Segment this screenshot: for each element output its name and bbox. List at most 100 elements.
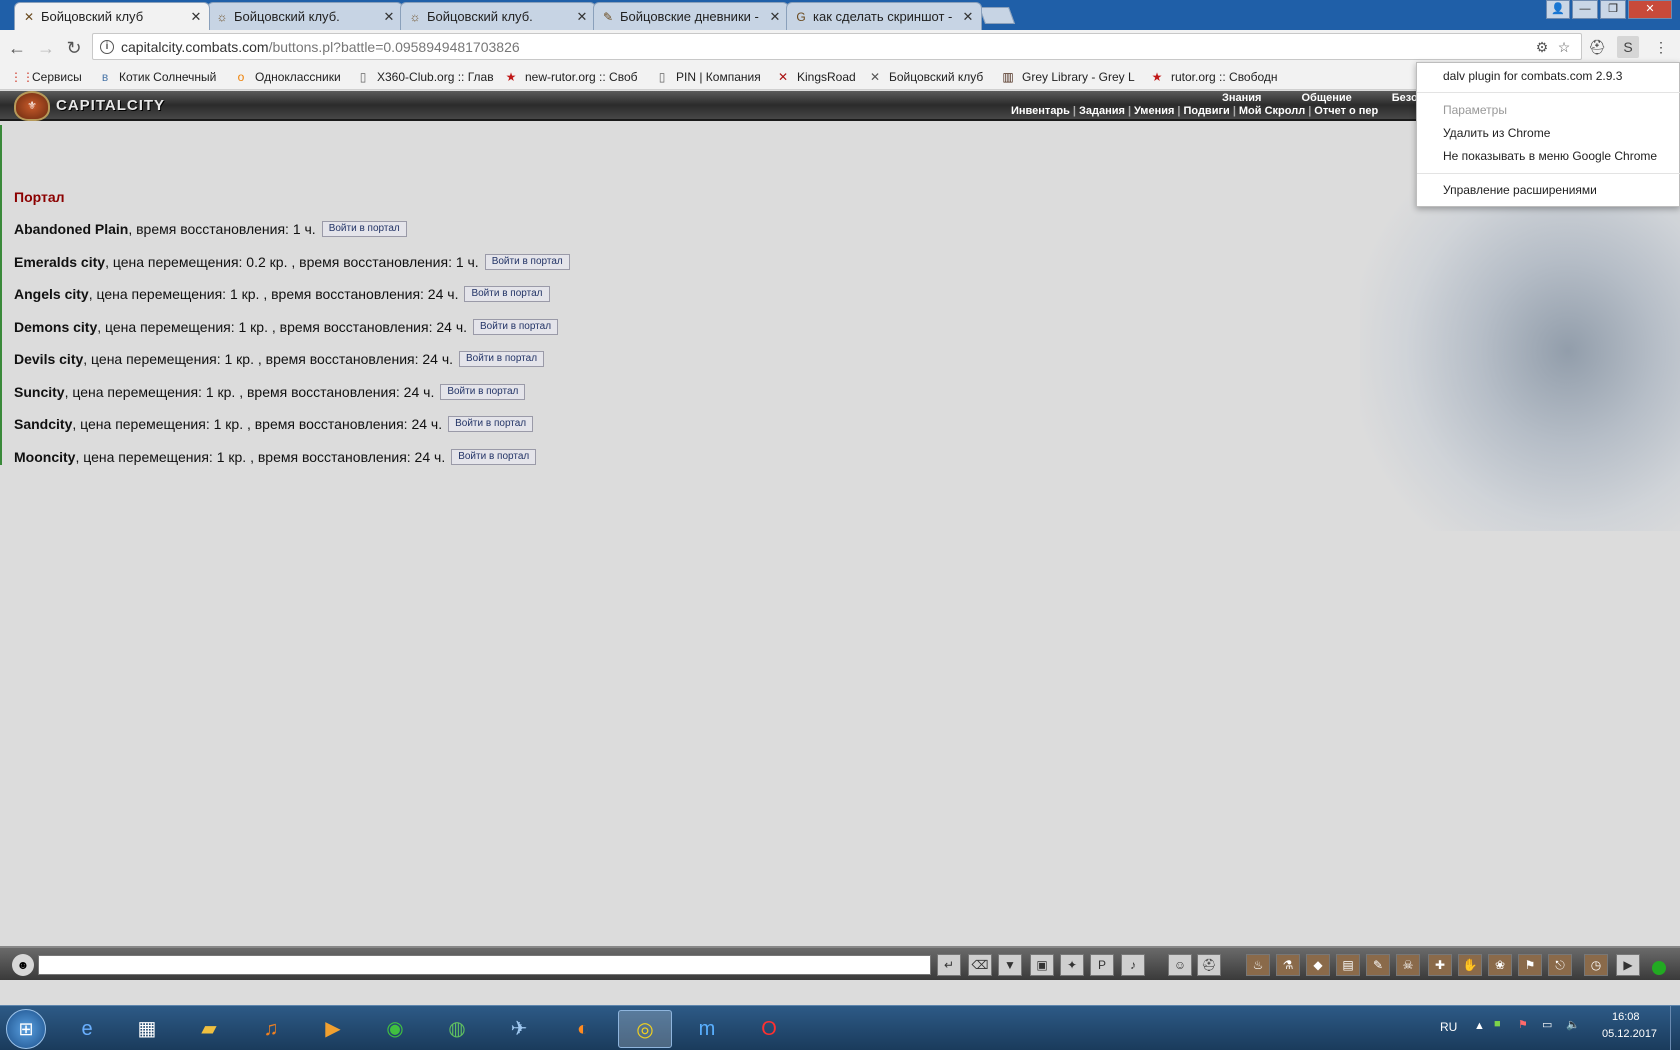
back-button[interactable]: ←: [6, 37, 28, 59]
pl-icon[interactable]: P: [1090, 954, 1114, 976]
clock-time[interactable]: 16:08: [1612, 1011, 1640, 1023]
enter-portal-button[interactable]: Войти в портал: [321, 221, 407, 237]
enter-portal-button[interactable]: Войти в портал: [473, 318, 559, 335]
tab-close-icon[interactable]: ✕: [961, 9, 975, 24]
chest-icon[interactable]: ▤: [1336, 954, 1360, 976]
tab-close-icon[interactable]: ✕: [768, 9, 782, 24]
game-sub-menu-item[interactable]: Отчет о пер: [1314, 105, 1378, 117]
ie-taskbar-icon[interactable]: e: [60, 1010, 114, 1048]
flag-icon[interactable]: ⚑: [1518, 954, 1542, 976]
enter-portal-button[interactable]: Войти в портал: [440, 383, 526, 400]
dance-icon[interactable]: ✦: [1060, 954, 1084, 976]
browser-tab[interactable]: ✎ Бойцовские дневники - ✕: [593, 2, 789, 30]
potion-icon[interactable]: ⚗: [1276, 954, 1300, 976]
chat-smiley-icon[interactable]: ☻: [12, 954, 34, 976]
tab-close-icon[interactable]: ✕: [189, 9, 203, 24]
network-tray-icon[interactable]: ▭: [1542, 1018, 1552, 1031]
address-url[interactable]: capitalcity.combats.com/buttons.pl?battl…: [121, 39, 520, 55]
menu-item-manage[interactable]: Управление расширениями: [1443, 183, 1597, 197]
eraser-icon[interactable]: ⌫: [968, 954, 992, 976]
start-button[interactable]: ⊞: [6, 1009, 46, 1049]
bookmark-item[interactable]: ★ new-rutor.org :: Своб: [503, 68, 638, 86]
scroll-icon[interactable]: ✎: [1366, 954, 1390, 976]
game-client-taskbar-icon[interactable]: ◉: [368, 1010, 422, 1048]
bookmark-star-icon[interactable]: ☆: [1555, 38, 1573, 56]
maxthon-taskbar-icon[interactable]: m: [680, 1010, 734, 1048]
enter-portal-button[interactable]: Войти в портал: [451, 448, 537, 465]
nvidia-tray-icon[interactable]: ■: [1494, 1018, 1501, 1030]
extension-helmet-icon[interactable]: ⛑: [1586, 36, 1608, 58]
media-player-taskbar-icon[interactable]: ▶: [306, 1010, 360, 1048]
firefox-taskbar-icon[interactable]: ◐: [556, 1010, 610, 1048]
chat-input[interactable]: [38, 955, 931, 975]
bag-icon[interactable]: ◆: [1306, 954, 1330, 976]
minimize-button[interactable]: —: [1572, 0, 1598, 19]
gear-icon[interactable]: ❀: [1488, 954, 1512, 976]
enter-icon[interactable]: ↵: [937, 954, 961, 976]
headphones-taskbar-icon[interactable]: ♫: [244, 1010, 298, 1048]
bookmark-item[interactable]: о Одноклассники: [233, 68, 341, 86]
filter-icon[interactable]: ▼: [998, 954, 1022, 976]
plus-icon[interactable]: ✚: [1428, 954, 1452, 976]
game-top-menu-item[interactable]: Знания: [1222, 92, 1261, 104]
explorer-taskbar-icon[interactable]: ▰: [182, 1010, 236, 1048]
bookmark-item[interactable]: ▯ X360-Club.org :: Глав: [355, 68, 494, 86]
game-sub-menu-item[interactable]: Задания: [1079, 105, 1125, 117]
chrome-taskbar-icon[interactable]: ◎: [618, 1010, 672, 1048]
globe-taskbar-icon[interactable]: ◍: [430, 1010, 484, 1048]
flag-tray-icon[interactable]: ⚑: [1518, 1018, 1528, 1031]
music-icon[interactable]: ♪: [1121, 954, 1145, 976]
site-info-icon[interactable]: i: [100, 40, 114, 54]
calculator-taskbar-icon[interactable]: ▦: [120, 1010, 174, 1048]
bookmark-item[interactable]: ✕ Бойцовский клуб: [867, 68, 983, 86]
enter-portal-button[interactable]: Войти в портал: [484, 253, 570, 270]
game-sub-menu-item[interactable]: Умения: [1134, 105, 1174, 117]
tab-close-icon[interactable]: ✕: [382, 9, 396, 24]
menu-item-remove[interactable]: Удалить из Chrome: [1443, 126, 1550, 140]
enter-portal-button[interactable]: Войти в портал: [459, 351, 545, 367]
bookmark-item[interactable]: в Котик Солнечный: [97, 68, 217, 86]
close-window-button[interactable]: ✕: [1628, 0, 1672, 19]
language-indicator[interactable]: RU: [1440, 1020, 1457, 1034]
show-desktop-button[interactable]: [1670, 1006, 1680, 1050]
game-sub-menu-item[interactable]: Инвентарь: [1011, 105, 1070, 117]
game-top-menu-item[interactable]: Общение: [1301, 92, 1351, 104]
bookmark-item[interactable]: ✕ KingsRoad: [775, 68, 856, 86]
menu-item-hide[interactable]: Не показывать в меню Google Chrome: [1443, 149, 1657, 163]
bookmark-item[interactable]: ▥ Grey Library - Grey L: [1000, 68, 1134, 86]
game-logo[interactable]: CAPITALCITY: [16, 93, 176, 119]
user-profile-button[interactable]: 👤: [1546, 0, 1570, 19]
new-tab-button[interactable]: [978, 7, 1016, 24]
address-bar[interactable]: i capitalcity.combats.com/buttons.pl?bat…: [92, 33, 1582, 60]
game-sub-menu-item[interactable]: Подвиги: [1183, 105, 1229, 117]
exit-icon[interactable]: ⎋: [1548, 954, 1572, 976]
enter-portal-button[interactable]: Войти в портал: [448, 416, 534, 432]
chrome-menu-icon[interactable]: ⋮: [1650, 36, 1672, 58]
browser-tab[interactable]: ☼ Бойцовский клуб. ✕: [400, 2, 596, 30]
clock-date[interactable]: 05.12.2017: [1602, 1028, 1657, 1040]
bookmark-item[interactable]: ▯ PIN | Компания: [654, 68, 761, 86]
fire-icon[interactable]: ♨: [1246, 954, 1270, 976]
menu-extension-title[interactable]: dalv plugin for combats.com 2.9.3: [1443, 69, 1622, 83]
mask-icon[interactable]: ☠: [1396, 954, 1420, 976]
bird-taskbar-icon[interactable]: ✈: [492, 1010, 546, 1048]
tab-close-icon[interactable]: ✕: [575, 9, 589, 24]
save-icon[interactable]: ▣: [1030, 954, 1054, 976]
hand-icon[interactable]: ✋: [1458, 954, 1482, 976]
blocked-plugin-icon[interactable]: ⚙: [1533, 38, 1551, 56]
show-hidden-icons[interactable]: ▲: [1474, 1020, 1485, 1032]
enter-portal-button[interactable]: Войти в портал: [464, 286, 550, 302]
reload-button[interactable]: ↻: [63, 37, 85, 59]
clock-icon[interactable]: ◷: [1584, 954, 1608, 976]
restore-button[interactable]: ❐: [1600, 0, 1626, 19]
dalv-plugin-icon[interactable]: S: [1617, 36, 1639, 58]
browser-tab[interactable]: ☼ Бойцовский клуб. ✕: [207, 2, 403, 30]
volume-tray-icon[interactable]: 🔈: [1566, 1018, 1580, 1031]
forward-button[interactable]: →: [35, 37, 57, 59]
browser-tab[interactable]: ✕ Бойцовский клуб ✕: [14, 2, 210, 30]
opera-taskbar-icon[interactable]: O: [742, 1010, 796, 1048]
bookmark-item[interactable]: ★ rutor.org :: Свободн: [1149, 68, 1278, 86]
bookmark-item[interactable]: ⋮⋮ Сервисы: [10, 68, 82, 86]
browser-tab[interactable]: Gкак сделать скриншот - ✕: [786, 2, 982, 30]
helmet-icon[interactable]: ⛑: [1197, 954, 1221, 976]
